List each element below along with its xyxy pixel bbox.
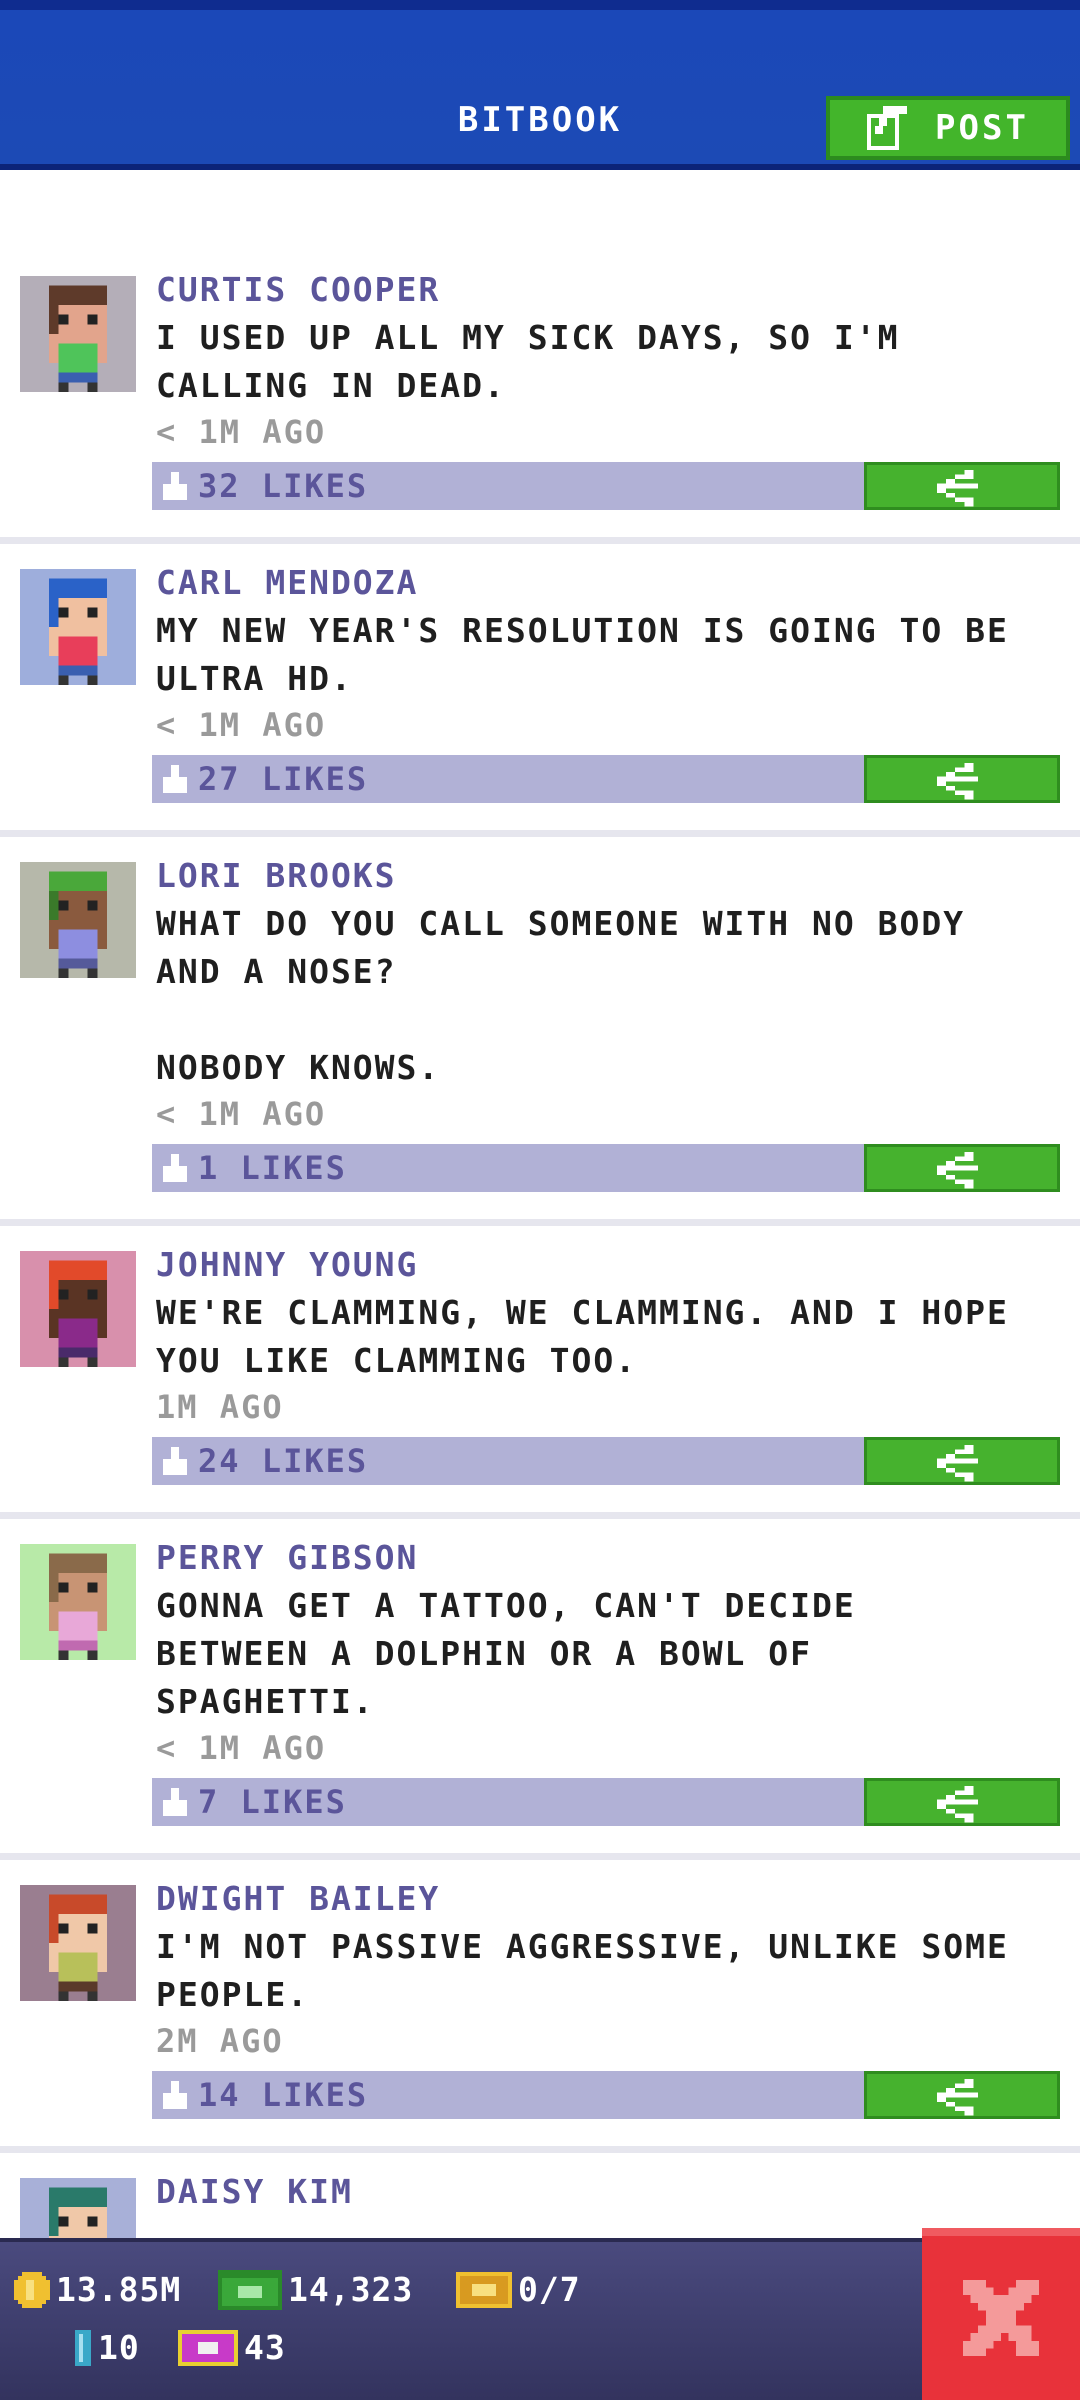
feed-post: CURTIS COOPER I USED UP ALL MY SICK DAYS,… [0, 270, 1080, 544]
share-button[interactable] [864, 1144, 1060, 1192]
post-timestamp: < 1M AGO [156, 1095, 327, 1133]
post-text: I'M NOT PASSIVE AGGRESSIVE, UNLIKE SOME … [156, 1927, 1009, 2014]
likes-count: 24 LIKES [198, 1442, 369, 1480]
feed-post: PERRY GIBSON GONNA GET A TATTOO, CAN'T DE… [0, 1538, 1080, 1860]
thumbs-up-icon [163, 1154, 187, 1182]
likes-count: 27 LIKES [198, 760, 369, 798]
thumbs-up-icon [163, 2081, 187, 2109]
likes-count: 14 LIKES [198, 2076, 369, 2114]
bitbook-screen: BITBOOK POST CURTIS COOPER I USED UP ALL… [0, 0, 1080, 2400]
post-text: MY NEW YEAR'S RESOLUTION IS GOING TO BE … [156, 611, 1009, 698]
thumbs-up-icon [163, 472, 187, 500]
avatar-image [20, 1544, 136, 1660]
bux-icon [178, 2330, 238, 2366]
post-author-name[interactable]: CURTIS COOPER [156, 270, 440, 310]
post-text: GONNA GET A TATTOO, CAN'T DECIDE BETWEEN… [156, 1586, 856, 1721]
like-button[interactable]: 14 LIKES [152, 2071, 864, 2119]
avatar[interactable] [20, 1251, 136, 1367]
gems-value: 10 [98, 2328, 140, 2367]
avatar[interactable] [20, 569, 136, 685]
share-icon [937, 2079, 978, 2116]
thumbs-up-icon [163, 1447, 187, 1475]
cash-stat: 14,323 [218, 2270, 413, 2310]
bux-value: 43 [244, 2328, 286, 2367]
thumbs-up-icon [163, 1788, 187, 1816]
avatar-image [20, 1251, 136, 1367]
gems-stat: 10 [74, 2328, 140, 2368]
post-text: WE'RE CLAMMING, WE CLAMMING. AND I HOPE … [156, 1293, 1009, 1380]
share-button[interactable] [864, 1437, 1060, 1485]
avatar[interactable] [20, 862, 136, 978]
tickets-stat: 0/7 [456, 2270, 581, 2310]
likes-count: 32 LIKES [198, 467, 369, 505]
compose-icon [867, 106, 908, 150]
cash-value: 14,323 [288, 2270, 414, 2309]
post-author-name[interactable]: DWIGHT BAILEY [156, 1879, 440, 1919]
post-author-name[interactable]: JOHNNY YOUNG [156, 1245, 418, 1285]
post-timestamp: < 1M AGO [156, 706, 327, 744]
likes-count: 7 LIKES [198, 1783, 347, 1821]
like-button[interactable]: 7 LIKES [152, 1778, 864, 1826]
share-icon [937, 1445, 978, 1482]
post-author-name[interactable]: LORI BROOKS [156, 856, 397, 896]
feed-post: DWIGHT BAILEY I'M NOT PASSIVE AGGRESSIVE,… [0, 1879, 1080, 2153]
currency-bar: 13.85M 14,323 0/7 10 43 [0, 2238, 1080, 2400]
feed-post: CARL MENDOZA MY NEW YEAR'S RESOLUTION IS … [0, 563, 1080, 837]
avatar-image [20, 862, 136, 978]
post-timestamp: < 1M AGO [156, 413, 327, 451]
feed-post: JOHNNY YOUNG WE'RE CLAMMING, WE CLAMMING.… [0, 1245, 1080, 1519]
share-button[interactable] [864, 1778, 1060, 1826]
post-timestamp: 1M AGO [156, 1388, 284, 1426]
post-timestamp: < 1M AGO [156, 1729, 327, 1767]
close-button[interactable] [922, 2228, 1080, 2400]
top-bar: BITBOOK POST [0, 0, 1080, 170]
avatar-image [20, 1885, 136, 2001]
share-button[interactable] [864, 2071, 1060, 2119]
avatar[interactable] [20, 1885, 136, 2001]
feed-post: LORI BROOKS WHAT DO YOU CALL SOMEONE WITH… [0, 856, 1080, 1226]
bux-stat: 43 [178, 2328, 286, 2368]
like-button[interactable]: 32 LIKES [152, 462, 864, 510]
likes-count: 1 LIKES [198, 1149, 347, 1187]
gem-icon [75, 2330, 91, 2366]
share-icon [937, 1152, 978, 1189]
post-text: I USED UP ALL MY SICK DAYS, SO I'M CALLI… [156, 318, 900, 405]
post-author-name[interactable]: PERRY GIBSON [156, 1538, 418, 1578]
like-button[interactable]: 27 LIKES [152, 755, 864, 803]
avatar[interactable] [20, 1544, 136, 1660]
post-button-label: POST [935, 108, 1029, 148]
share-icon [937, 1786, 978, 1823]
ticket-icon [456, 2272, 512, 2308]
avatar-image [20, 276, 136, 392]
post-timestamp: 2M AGO [156, 2022, 284, 2060]
share-icon [937, 763, 978, 800]
avatar-image [20, 569, 136, 685]
coins-stat: 13.85M [14, 2270, 181, 2310]
post-author-name[interactable]: CARL MENDOZA [156, 563, 418, 603]
like-button[interactable]: 24 LIKES [152, 1437, 864, 1485]
coins-value: 13.85M [56, 2270, 182, 2309]
share-button[interactable] [864, 462, 1060, 510]
close-x-icon [963, 2280, 1039, 2356]
thumbs-up-icon [163, 765, 187, 793]
post-text: WHAT DO YOU CALL SOMEONE WITH NO BODY AN… [156, 904, 966, 1087]
coin-icon [14, 2272, 50, 2308]
post-button[interactable]: POST [826, 96, 1070, 160]
cash-icon [218, 2270, 282, 2310]
tickets-value: 0/7 [518, 2270, 581, 2309]
share-icon [937, 470, 978, 507]
share-button[interactable] [864, 755, 1060, 803]
avatar[interactable] [20, 276, 136, 392]
like-button[interactable]: 1 LIKES [152, 1144, 864, 1192]
post-author-name[interactable]: DAISY KIM [156, 2172, 353, 2212]
